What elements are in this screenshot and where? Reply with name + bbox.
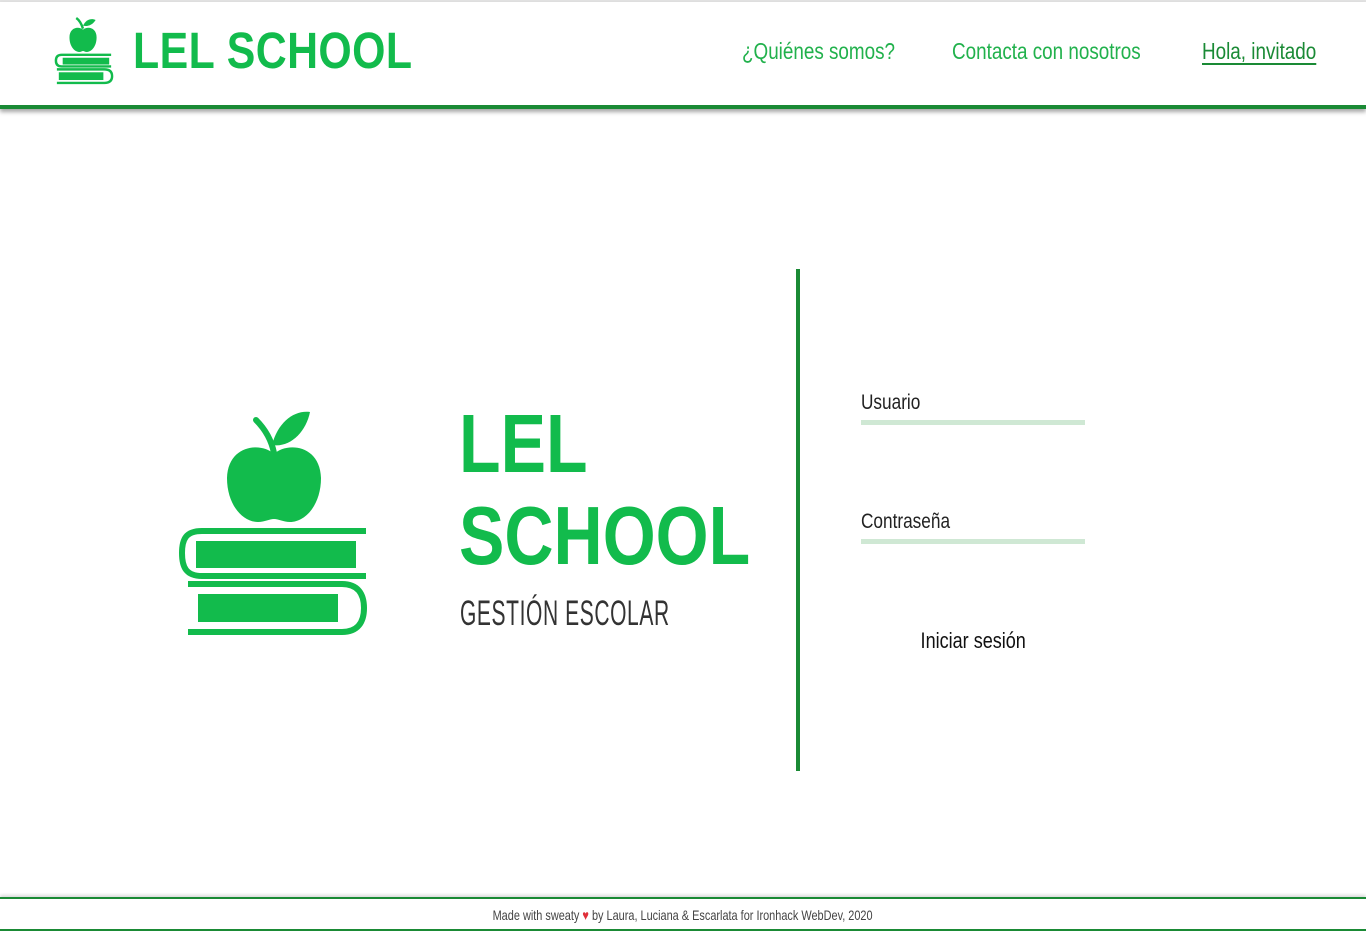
site-header: LEL SCHOOL ¿Quiénes somos? Contacta con … [0, 2, 1366, 109]
username-input[interactable] [861, 399, 1085, 425]
nav-link-about[interactable]: ¿Quiénes somos? [742, 38, 895, 65]
footer-text-after: by Laura, Luciana & Escarlata for Ironha… [592, 907, 873, 923]
nav-link-greeting[interactable]: Hola, invitado [1202, 38, 1316, 65]
hero-books-apple-logo-icon [178, 411, 368, 635]
hero-title-line2: SCHOOL [459, 489, 751, 582]
login-button-label: Iniciar sesión [920, 628, 1026, 653]
brand[interactable]: LEL SCHOOL [53, 10, 466, 90]
password-input[interactable] [861, 518, 1085, 544]
brand-name: LEL SCHOOL [133, 21, 413, 79]
login-button[interactable]: Iniciar sesión [880, 624, 1066, 658]
footer-credits: Made with sweaty ♥ by Laura, Luciana & E… [493, 907, 873, 923]
hero-title-line1: LEL [459, 397, 588, 490]
site-footer: Made with sweaty ♥ by Laura, Luciana & E… [0, 897, 1366, 931]
hero-subtitle: GESTIÓN ESCOLAR [460, 594, 670, 633]
heart-icon: ♥ [582, 907, 590, 923]
nav-link-contact[interactable]: Contacta con nosotros [952, 38, 1141, 65]
vertical-divider [796, 269, 800, 771]
books-apple-logo-icon [54, 17, 114, 85]
footer-text-before: Made with sweaty [492, 907, 580, 923]
hero-title: LEL SCHOOL [459, 398, 750, 582]
